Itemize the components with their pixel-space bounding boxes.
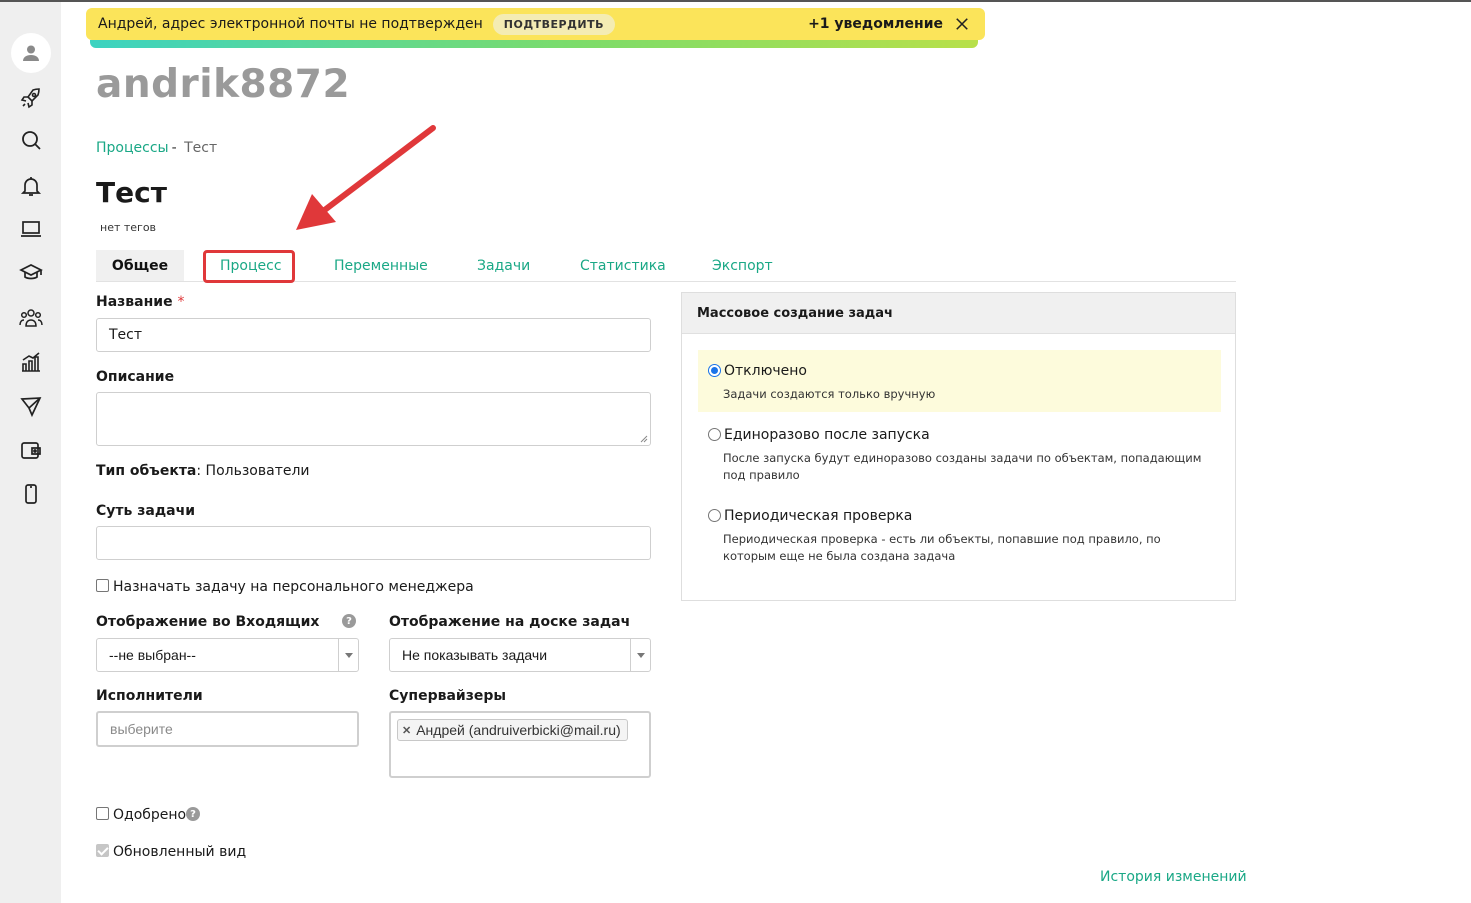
sidebar-item-users[interactable] (12, 300, 50, 336)
option-disabled-desc: Задачи создаются только вручную (723, 387, 936, 401)
sidebar-item-analytics[interactable] (12, 344, 50, 380)
email-notification-bar: Андрей, адрес электронной почты не подтв… (86, 8, 985, 40)
page-title: Тест (96, 176, 167, 209)
option-periodic-desc: Периодическая проверка - есть ли объекты… (723, 532, 1161, 563)
wallet-icon (21, 442, 41, 459)
essence-input[interactable] (96, 526, 651, 560)
inbox-display-select[interactable]: --не выбран-- (96, 638, 359, 672)
notification-count[interactable]: +1 уведомление (808, 16, 943, 32)
username-heading: andrik8872 (96, 62, 351, 107)
notification-message: Андрей, адрес электронной почты не подтв… (98, 16, 483, 32)
inbox-display-label: Отображение во Входящих (96, 614, 320, 630)
tab-tasks[interactable]: Задачи (477, 250, 530, 281)
mass-creation-title: Массовое создание задач (682, 293, 1235, 334)
tab-variables[interactable]: Переменные (334, 250, 428, 281)
sidebar-item-send[interactable] (12, 388, 50, 424)
confirm-email-button[interactable]: ПОДТВЕРДИТЬ (492, 13, 615, 35)
breadcrumb: Процессы - Тест (96, 140, 217, 156)
remove-chip-icon[interactable]: ✕ (402, 724, 411, 737)
sidebar-item-mobile[interactable] (12, 476, 50, 512)
object-type-value: : Пользователи (196, 463, 310, 479)
sidebar-item-rocket[interactable] (12, 80, 50, 116)
option-once-desc: После запуска будут единоразово созданы … (723, 451, 1202, 482)
sidebar (0, 2, 61, 903)
assign-manager-checkbox[interactable] (96, 579, 109, 592)
sidebar-item-education[interactable] (12, 255, 50, 291)
paper-plane-icon (20, 397, 42, 418)
window-top-border (0, 0, 1471, 2)
tab-export[interactable]: Экспорт (712, 250, 773, 281)
name-label-text: Название (96, 294, 173, 310)
executors-label: Исполнители (96, 688, 203, 704)
board-display-value: Не показывать задачи (402, 647, 548, 663)
radio-once[interactable] (708, 428, 721, 441)
breadcrumb-processes-link[interactable]: Процессы (96, 140, 169, 156)
graduation-cap-icon (19, 264, 43, 280)
laptop-icon (21, 221, 41, 237)
supervisor-chip: ✕ Андрей (andruiverbicki@mail.ru) (397, 719, 628, 741)
approved-help-icon[interactable]: ? (186, 807, 200, 821)
inbox-help-icon[interactable]: ? (342, 614, 356, 628)
user-icon (23, 45, 39, 61)
sidebar-item-laptop[interactable] (12, 211, 50, 247)
tab-general[interactable]: Общее (96, 250, 184, 281)
approved-checkbox[interactable] (96, 807, 109, 820)
option-once-title: Единоразово после запуска (724, 427, 930, 443)
board-select-arrow[interactable] (630, 639, 650, 671)
chevron-down-icon (344, 652, 353, 658)
assign-manager-label: Назначать задачу на персонального менедж… (113, 579, 474, 595)
supervisors-label: Супервайзеры (389, 688, 507, 704)
sidebar-item-notifications[interactable] (12, 168, 50, 204)
option-disabled[interactable]: Отключено Задачи создаются только вручну… (698, 350, 1221, 412)
option-disabled-title: Отключено (724, 363, 807, 379)
inbox-select-arrow[interactable] (338, 639, 358, 671)
bar-chart-icon (22, 352, 40, 372)
executors-placeholder: выберите (110, 721, 173, 737)
essence-label: Суть задачи (96, 503, 195, 519)
user-avatar[interactable] (11, 33, 51, 73)
executors-input[interactable]: выберите (96, 711, 359, 747)
option-periodic[interactable]: Периодическая проверка Периодическая про… (698, 502, 1221, 568)
name-input[interactable]: Тест (96, 318, 651, 352)
description-textarea[interactable] (96, 392, 651, 446)
updated-view-checkbox[interactable] (96, 844, 109, 857)
description-label: Описание (96, 369, 175, 385)
object-type-label: Тип объекта (96, 463, 197, 479)
updated-view-label: Обновленный вид (113, 844, 247, 860)
breadcrumb-current: Тест (184, 140, 218, 156)
close-icon (956, 18, 968, 30)
radio-periodic[interactable] (708, 509, 721, 522)
board-display-select[interactable]: Не показывать задачи (389, 638, 651, 672)
supervisor-chip-text: Андрей (andruiverbicki@mail.ru) (416, 722, 621, 738)
option-periodic-title: Периодическая проверка (724, 508, 913, 524)
smartphone-icon (25, 484, 37, 504)
search-icon (22, 131, 41, 150)
users-icon (19, 309, 43, 327)
name-input-value: Тест (109, 327, 143, 343)
radio-disabled[interactable] (708, 364, 721, 377)
board-display-label: Отображение на доске задач (389, 614, 631, 630)
close-notification-button[interactable] (953, 15, 971, 33)
name-label: Название * (96, 294, 184, 310)
option-once[interactable]: Единоразово после запуска После запуска … (698, 421, 1221, 487)
supervisors-input[interactable]: ✕ Андрей (andruiverbicki@mail.ru) (389, 711, 651, 778)
sidebar-item-wallet[interactable] (12, 432, 50, 468)
tags-text: нет тегов (100, 221, 157, 234)
chevron-down-icon (636, 652, 645, 658)
object-type-row: Тип объекта: Пользователи (96, 463, 310, 479)
notification-gradient-strip (90, 40, 978, 48)
required-mark: * (177, 294, 185, 310)
tab-statistics[interactable]: Статистика (580, 250, 666, 281)
resize-grip-icon[interactable] (640, 435, 648, 443)
history-link[interactable]: История изменений (1100, 869, 1247, 885)
process-tab-highlight-box (203, 250, 295, 283)
rocket-icon (20, 88, 40, 109)
breadcrumb-separator: - (171, 140, 177, 156)
inbox-display-value: --не выбран-- (109, 647, 196, 663)
approved-label: Одобрено (113, 807, 187, 823)
bell-icon (20, 177, 42, 196)
mass-creation-panel: Массовое создание задач Отключено Задачи… (681, 292, 1236, 601)
sidebar-item-search[interactable] (12, 122, 50, 158)
red-arrow-annotation (296, 125, 436, 230)
